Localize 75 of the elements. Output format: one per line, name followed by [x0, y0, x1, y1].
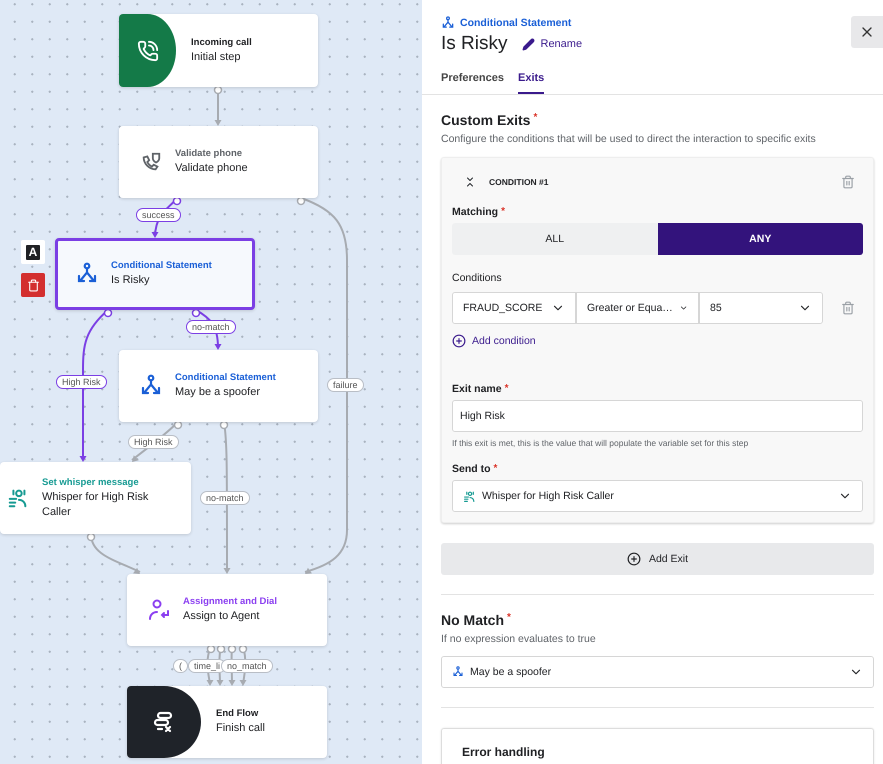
edge-label: no-match — [186, 320, 236, 334]
flow-node[interactable]: Validate phone Validate phone — [119, 126, 318, 198]
branch-icon — [441, 16, 455, 30]
node-name: Finish call — [216, 721, 265, 736]
close-button[interactable] — [851, 16, 883, 48]
matching-option[interactable]: ALL — [452, 223, 658, 255]
node-name: Validate phone — [175, 161, 248, 176]
field-select[interactable]: FRAUD_SCORE — [452, 292, 576, 324]
required-mark: * — [507, 612, 511, 623]
required-mark: * — [504, 383, 509, 394]
edge-label: High Risk — [128, 435, 179, 449]
node-type: Conditional Statement — [111, 260, 212, 271]
field-label: Matching * — [452, 206, 506, 218]
section-heading: Custom Exits * — [441, 112, 538, 128]
flow-node[interactable]: Set whisper message Whisper for High Risk Caller — [0, 462, 191, 534]
edge-label: no-match — [200, 491, 250, 505]
flow-node[interactable]: Assignment and Dial Assign to Agent — [127, 574, 327, 646]
condition-title: CONDITION #1 — [489, 177, 550, 187]
flow-node[interactable]: Incoming call Initial step — [119, 14, 318, 87]
label-key-button[interactable]: A — [21, 240, 45, 264]
edge-label: no_match — [221, 659, 273, 673]
phone-shield-icon — [140, 151, 162, 173]
section-description: Configure the conditions that will be used to direct the interaction to specific exits — [441, 133, 817, 145]
node-name: May be a spoofer — [175, 385, 261, 400]
node-name: Is Risky — [111, 273, 150, 288]
edge-label: ( — [173, 659, 188, 673]
send-to-select[interactable]: Whisper for High Risk Caller — [452, 480, 863, 512]
delete-button[interactable] — [21, 273, 45, 297]
required-mark: * — [494, 463, 498, 474]
node-type: Validate phone — [175, 148, 244, 159]
phone-call-icon — [136, 40, 158, 62]
flow-node[interactable]: Conditional Statement May be a spoofer — [119, 350, 318, 422]
step-type: Conditional Statement — [460, 17, 572, 29]
exit-name-field[interactable]: High Risk — [452, 400, 863, 432]
tab[interactable]: Exits — [518, 72, 544, 94]
flow-node[interactable]: End Flow Finish call — [127, 686, 327, 758]
node-type: Conditional Statement — [175, 372, 276, 383]
field-label: Exit name * — [452, 383, 510, 395]
add-exit-button[interactable]: Add Exit — [441, 543, 874, 575]
field-hint: If this exit is met, this is the value that will populate the variable set for this step — [452, 438, 750, 448]
section-heading: Error handling — [462, 745, 545, 759]
section-description: If no expression evaluates to true — [441, 633, 597, 645]
required-mark: * — [501, 206, 505, 217]
pencil-icon — [522, 38, 534, 50]
flow-node[interactable]: Conditional Statement Is Risky — [55, 238, 255, 310]
value-select[interactable]: 85 — [699, 292, 823, 324]
node-type: Assignment and Dial — [183, 596, 277, 607]
node-type: Set whisper message — [42, 476, 140, 488]
operator-select[interactable]: Greater or Equa… — [576, 292, 699, 324]
rename-button[interactable]: Rename — [522, 38, 582, 50]
edge-label: success — [136, 208, 181, 222]
collapse-icon[interactable] — [464, 176, 476, 188]
trash-icon — [26, 278, 40, 292]
person-speech-icon — [463, 490, 476, 502]
node-type: Incoming call — [191, 36, 252, 48]
tab[interactable]: Preferences — [441, 72, 504, 94]
field-label: Send to * — [452, 463, 498, 475]
matching-option[interactable]: ANY — [658, 223, 863, 255]
node-name: Initial step — [191, 50, 242, 64]
step-title: Is Risky — [441, 33, 508, 55]
edge-label: failure — [327, 378, 364, 392]
person-speech-icon — [7, 487, 29, 509]
person-arrow-icon — [147, 598, 171, 622]
field-label: Conditions — [452, 272, 503, 284]
plus-circle-icon — [452, 334, 466, 348]
no-match-select[interactable]: May be a spoofer — [441, 656, 874, 688]
node-name: Assign to Agent — [183, 609, 260, 624]
edge-label: High Risk — [56, 375, 107, 389]
plus-circle-icon — [626, 552, 641, 566]
required-mark: * — [533, 112, 538, 123]
node-name: Whisper for High Risk Caller — [42, 490, 150, 520]
branch-icon — [452, 666, 464, 678]
node-type: End Flow — [216, 708, 260, 719]
add-condition-link[interactable]: Add condition — [452, 334, 536, 348]
section-heading: No Match * — [441, 612, 512, 628]
